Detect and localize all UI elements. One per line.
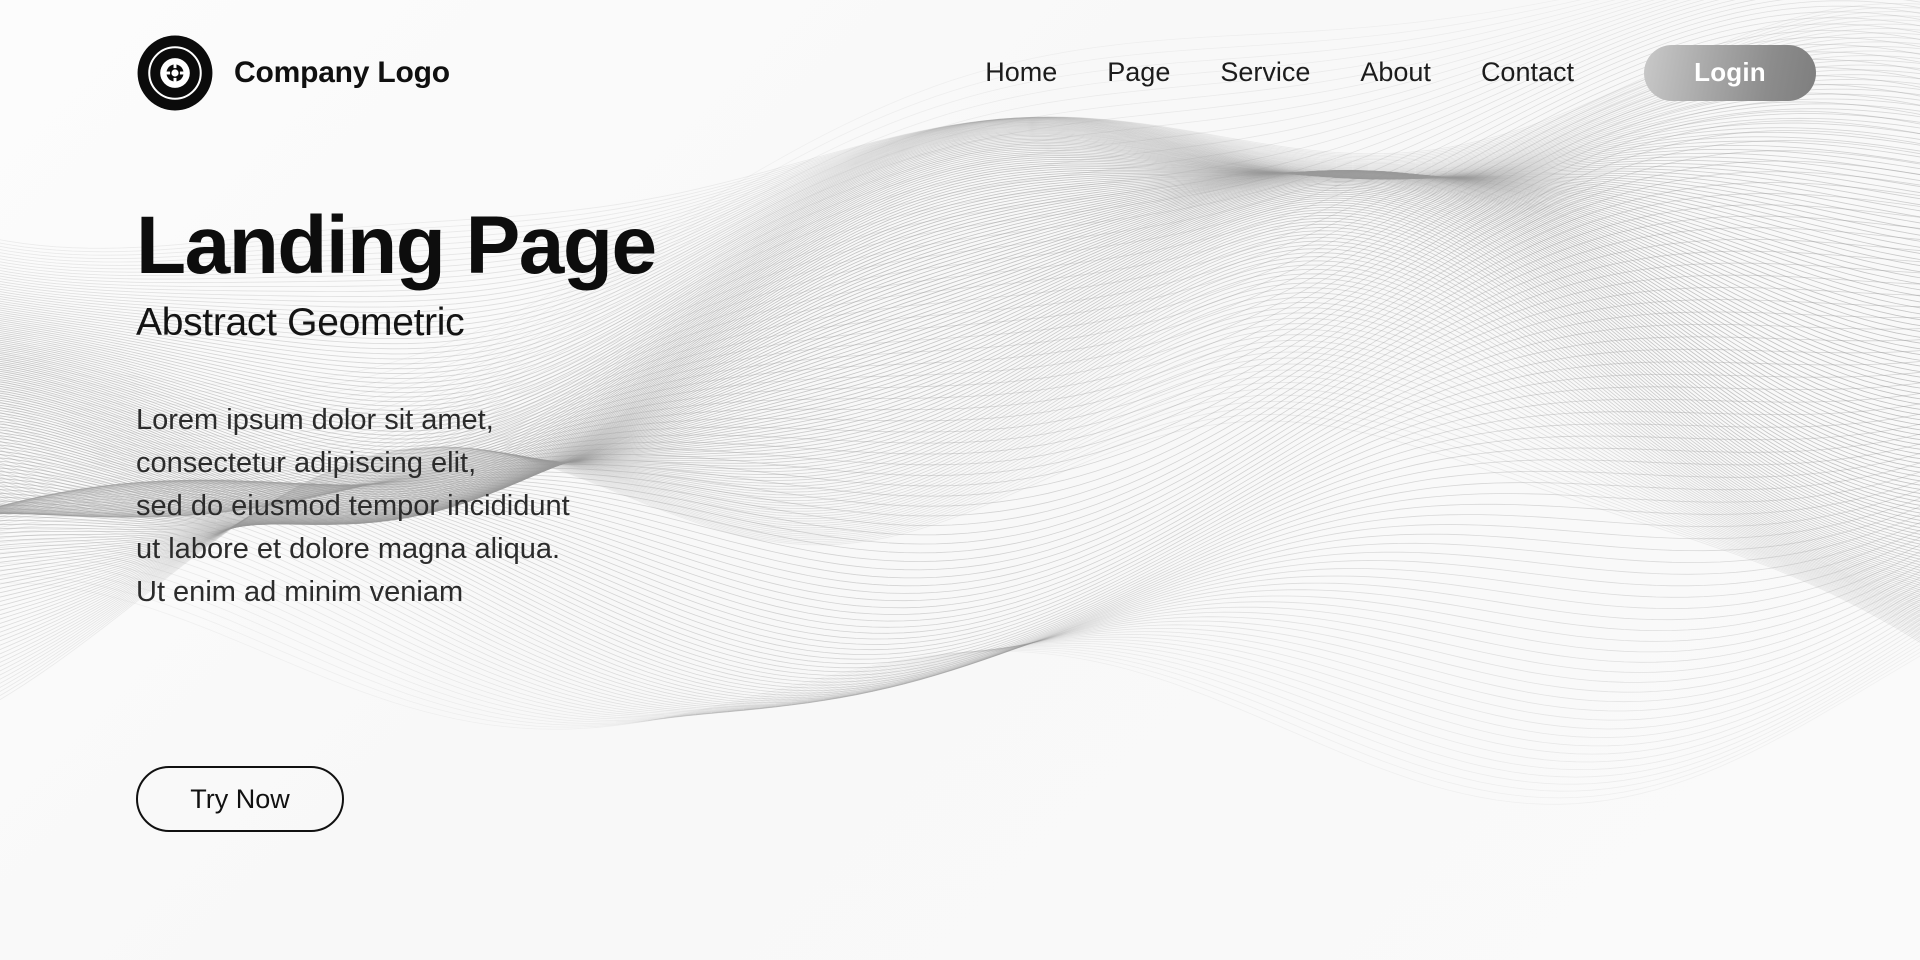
nav-item-home[interactable]: Home xyxy=(960,57,1082,88)
hero-subtitle: Abstract Geometric xyxy=(136,301,465,344)
nav-item-page[interactable]: Page xyxy=(1082,57,1195,88)
landing-page: Company Logo Home Page Service About Con… xyxy=(0,0,1920,960)
nav-item-contact[interactable]: Contact xyxy=(1456,57,1599,88)
nav-item-service[interactable]: Service xyxy=(1195,57,1335,88)
login-button[interactable]: Login xyxy=(1644,44,1816,101)
hero-title: Landing Page xyxy=(136,200,657,291)
site-header: Company Logo Home Page Service About Con… xyxy=(0,0,1920,145)
hero-paragraph: Lorem ipsum dolor sit amet, consectetur … xyxy=(136,404,570,608)
concentric-circle-logo-icon xyxy=(137,35,213,110)
brand-name: Company Logo xyxy=(234,55,450,89)
hero-section: Landing Page Abstract Geometric Lorem ip… xyxy=(136,200,657,614)
nav-item-about[interactable]: About xyxy=(1335,57,1456,88)
brand[interactable]: Company Logo xyxy=(136,34,450,112)
try-now-button[interactable]: Try Now xyxy=(136,766,344,832)
main-nav: Home Page Service About Contact Login xyxy=(960,44,1816,101)
